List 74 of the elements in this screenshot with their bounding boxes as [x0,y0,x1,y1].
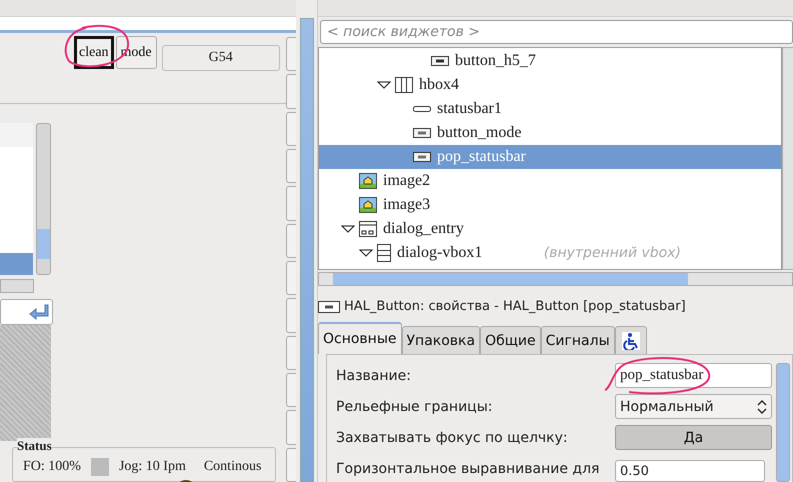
jog-mode-label: Continous [204,458,262,476]
side-button[interactable] [286,148,296,184]
side-button[interactable] [286,112,296,146]
bar-icon [413,106,431,112]
side-button[interactable] [286,74,296,109]
accessibility-tab[interactable] [614,326,647,354]
side-button[interactable] [286,224,296,258]
tree-label: pop_statusbar [437,148,526,166]
indicator-box [90,458,109,476]
rows-icon [377,244,391,262]
side-button[interactable] [286,298,296,333]
name-field[interactable]: pop_statusbar [615,363,772,388]
widget-search-field[interactable]: < поиск виджетов > [320,20,793,44]
button-icon [431,56,449,66]
jog-rate-label: Jog: 10 Ipm [118,458,186,476]
tree-row[interactable]: button_h5_7 [319,49,781,74]
expander-icon[interactable] [341,224,355,234]
command-entry-field[interactable] [0,299,53,325]
tree-hint: (внутренний vbox) [544,245,681,262]
side-button[interactable] [286,260,296,296]
spin-field[interactable]: 0.50 [615,460,765,482]
side-button[interactable] [286,37,296,72]
side-button[interactable] [286,372,296,408]
tree-row[interactable]: image3 [319,193,781,218]
tree-row[interactable]: dialog_entry [319,217,781,242]
tree-row[interactable]: statusbar1 [319,97,781,122]
horizontal-scrollbar[interactable] [0,279,34,293]
tree-label: button_mode [437,124,522,142]
scrollbar[interactable] [782,47,793,270]
tab[interactable]: Упаковка [402,326,480,354]
relief-dropdown[interactable]: Нормальный [615,394,772,419]
feed-override-label: FO: 100% [23,458,81,476]
toggle-button[interactable]: Да [615,425,772,450]
side-button[interactable] [286,336,296,370]
tree-row[interactable]: dialog-vbox1 (внутренний vbox) [319,241,781,266]
side-button[interactable] [286,186,296,221]
tree-row[interactable]: image2 [319,169,781,194]
button-icon [413,152,431,162]
scrollbar[interactable] [300,18,314,482]
columns-icon [395,77,413,94]
button-icon [413,128,431,138]
tree-row[interactable]: hbox4 [319,73,781,98]
tree-label: statusbar1 [437,100,502,118]
tree-label: dialog-vbox1 [397,244,482,262]
tab[interactable]: Общие [480,326,541,354]
properties-title: HAL_Button: свойства - HAL_Button [pop_statusbar] [344,299,686,314]
tab[interactable]: Основные [318,322,402,354]
scrollbar[interactable] [776,363,790,482]
enter-arrow-icon [29,304,49,320]
property-label: Рельефные границы: [336,398,492,414]
image-icon [359,173,377,190]
side-button[interactable] [286,448,296,482]
wheelchair-icon [622,332,640,350]
tree-label: hbox4 [419,76,459,94]
tab[interactable]: Сигналы [540,326,615,354]
tree-label: image2 [383,172,430,190]
tree-label: dialog_entry [383,220,464,238]
horizontal-scrollbar[interactable] [318,272,793,286]
image-icon [359,197,377,214]
tree-label: image3 [383,196,430,214]
expander-icon[interactable] [377,80,391,90]
button-icon [318,300,340,313]
spin-arrows-icon [757,400,767,414]
scrollbar[interactable] [36,123,51,275]
property-label: Захватывать фокус по щелчку: [336,430,568,446]
window-icon [359,221,377,238]
expander-icon[interactable] [359,248,373,258]
toolbar-button[interactable]: clean [74,36,114,69]
tree-row[interactable]: button_mode [319,121,781,146]
coordinate-system-display: G54 [162,45,280,71]
property-label: Название: [336,368,411,384]
side-button[interactable] [286,410,296,445]
property-label: Горизонтальное выравнивание для [336,460,600,476]
tree-label: button_h5_7 [455,52,536,70]
